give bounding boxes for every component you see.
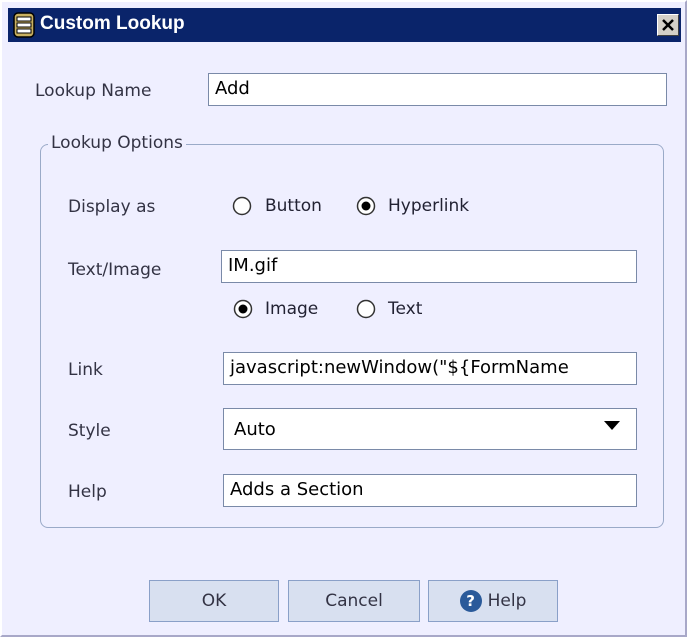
lookup-options-legend: Lookup Options	[48, 133, 186, 153]
help-icon: ?	[459, 590, 482, 612]
display-as-button-label[interactable]: Button	[265, 196, 322, 216]
text-image-label: Text/Image	[68, 260, 162, 280]
style-select-value: Auto	[234, 419, 276, 440]
lookup-name-input[interactable]: Add	[208, 73, 667, 106]
display-as-hyperlink-label[interactable]: Hyperlink	[388, 196, 469, 216]
chevron-down-icon[interactable]	[604, 421, 620, 430]
dialog-icon	[13, 12, 35, 38]
link-input[interactable]: javascript:newWindow("${FormName	[223, 352, 637, 385]
help-button[interactable]: ? Help	[428, 580, 558, 622]
display-as-hyperlink-radio[interactable]	[356, 196, 376, 216]
custom-lookup-dialog: Custom Lookup Lookup Name Add Lookup Opt…	[0, 0, 687, 637]
dialog-title: Custom Lookup	[40, 13, 185, 34]
style-label: Style	[68, 421, 111, 441]
cancel-button-label: Cancel	[325, 591, 383, 611]
ok-button-label: OK	[201, 591, 227, 611]
close-button[interactable]	[657, 14, 679, 36]
lookup-name-label: Lookup Name	[35, 81, 152, 101]
image-radio[interactable]	[233, 299, 253, 319]
title-bar[interactable]: Custom Lookup	[8, 8, 681, 42]
link-label: Link	[68, 360, 103, 380]
image-radio-label[interactable]: Image	[265, 299, 318, 319]
cancel-button[interactable]: Cancel	[288, 580, 420, 622]
text-image-input[interactable]: IM.gif	[221, 250, 637, 283]
text-radio-label[interactable]: Text	[388, 299, 422, 319]
display-as-button-radio[interactable]	[232, 196, 252, 216]
display-as-label: Display as	[68, 197, 156, 217]
text-radio[interactable]	[356, 299, 376, 319]
help-label: Help	[68, 482, 107, 502]
help-input[interactable]: Adds a Section	[223, 474, 637, 507]
ok-button[interactable]: OK	[149, 580, 279, 622]
help-button-label: Help	[487, 591, 527, 611]
style-select[interactable]: Auto	[223, 408, 637, 450]
close-icon	[662, 19, 674, 31]
